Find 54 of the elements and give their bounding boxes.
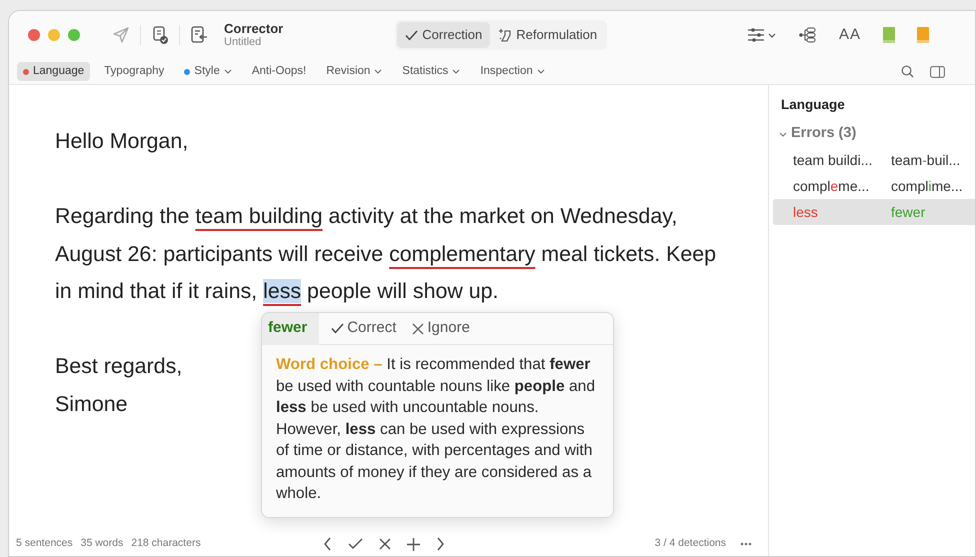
paragraph-text: Hello Morgan, <box>55 128 188 155</box>
status-count: 218 characters <box>131 536 201 552</box>
toolbar-tab[interactable]: Inspection <box>474 62 551 82</box>
window-title: Corrector <box>224 22 284 36</box>
previous-icon[interactable] <box>322 537 332 551</box>
suggestion-button[interactable]: fewer <box>262 313 320 344</box>
document-import-icon[interactable] <box>190 25 208 45</box>
paragraph-text: Regarding the team building activity at the market on Wednesday, August 26: participants will receive complementary meal tickets. Keep in mind that if it rains, less people will show up. <box>55 203 718 305</box>
toolbar-tab[interactable]: Anti-Oops! <box>246 62 312 82</box>
settings-icon[interactable] <box>746 27 777 43</box>
toolbar-tab[interactable]: Typography <box>98 62 170 82</box>
error-row[interactable]: compleme... complime... <box>773 173 975 199</box>
toolbar-tab[interactable]: Language <box>17 62 90 82</box>
sidebar-icon[interactable] <box>930 66 945 78</box>
chevron-icon <box>779 132 787 137</box>
flagged-word[interactable]: complementary <box>389 242 536 266</box>
mode-tab[interactable]: Reformulation <box>490 22 606 48</box>
correct-button[interactable]: Correct <box>327 317 400 340</box>
suggestion-text: team-buil... <box>891 152 960 168</box>
document-check-icon[interactable] <box>151 25 169 45</box>
explanation-text: Word choice – It is recommended that fewer be used with countable nouns like people and less be used with uncountable nouns. However, less can be used with expressions of time or distance, with percentages and with amounts of money if they are considered as a whole. <box>275 355 596 504</box>
suggestion-text: complime... <box>891 178 963 194</box>
more-icon[interactable] <box>740 542 752 546</box>
error-text: less <box>793 204 818 220</box>
close-icon[interactable] <box>378 538 391 550</box>
check-icon <box>405 30 418 40</box>
status-count: 5 sentences <box>16 536 73 552</box>
paragraph-text: Simone <box>55 390 128 418</box>
suggestion-text: fewer <box>891 204 926 220</box>
paragraph-text: Best regards, <box>55 353 182 380</box>
error-row[interactable]: team buildi... team-buil... <box>773 147 975 173</box>
group-toggle[interactable]: Errors (3) <box>773 123 856 145</box>
toolbar-tab[interactable]: Style <box>178 62 238 82</box>
check-icon <box>331 323 344 334</box>
tree-icon[interactable] <box>798 27 817 43</box>
close-icon <box>412 322 424 334</box>
sidebar-heading: Language <box>780 96 846 114</box>
close-button[interactable] <box>28 29 40 41</box>
flagged-word[interactable]: less <box>263 279 302 303</box>
document-subtitle: Untitled <box>224 36 262 48</box>
search-icon[interactable] <box>901 65 914 78</box>
detection-count: 3 / 4 detections <box>654 536 726 552</box>
error-text: compleme... <box>793 178 870 194</box>
accept-icon[interactable] <box>348 538 363 550</box>
mode-tab[interactable]: Correction <box>397 22 490 48</box>
toolbar-tab[interactable]: Statistics <box>396 62 466 82</box>
error-text: team buildi... <box>793 152 872 168</box>
text-size-button[interactable]: AA <box>838 24 861 46</box>
ignore-button[interactable]: Ignore <box>408 317 474 340</box>
next-icon[interactable] <box>436 537 445 551</box>
flagged-word[interactable]: team building <box>195 204 323 228</box>
add-icon[interactable] <box>406 538 420 550</box>
status-count: 35 words <box>80 536 124 552</box>
toolbar-tab[interactable]: Revision <box>320 62 388 82</box>
